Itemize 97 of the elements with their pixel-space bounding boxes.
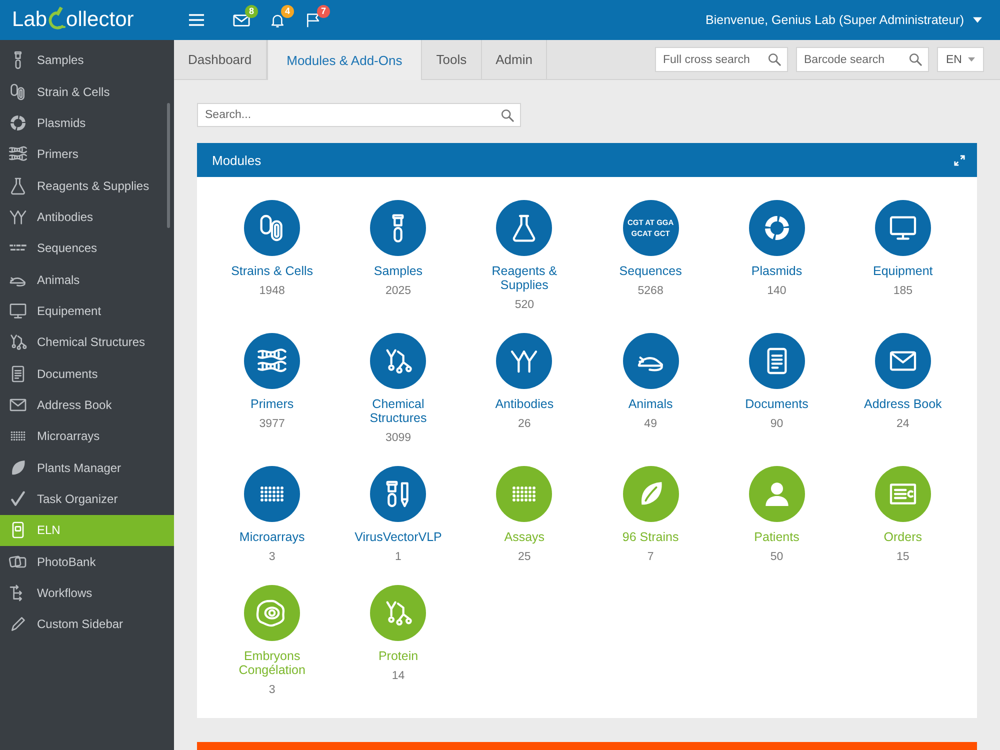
search-icon[interactable] — [501, 108, 514, 122]
module-count: 90 — [770, 417, 784, 431]
scrollbar-thumb[interactable] — [167, 103, 170, 228]
cross-search-field[interactable]: Full cross search — [655, 47, 788, 72]
sidebar-item[interactable]: Microarrays — [0, 420, 174, 452]
module-count: 50 — [770, 550, 784, 564]
module-count: 185 — [893, 284, 912, 298]
logo-text: Lab — [12, 8, 48, 32]
molecule-icon[interactable] — [8, 332, 28, 352]
sidebar-item[interactable]: Plasmids — [0, 107, 174, 139]
module-link[interactable]: Documents — [745, 397, 808, 411]
barcode-search-field[interactable]: Barcode search — [796, 47, 929, 72]
sidebar-item[interactable]: Task Organizer — [0, 483, 174, 515]
notification-badge: 7 — [317, 4, 330, 18]
document-icon[interactable] — [748, 333, 805, 389]
module-link[interactable]: Chemical Structures — [350, 397, 446, 425]
microscope-icon — [47, 4, 66, 30]
module-count: 3977 — [259, 417, 285, 431]
tab[interactable]: Admin — [482, 40, 548, 79]
search-icon[interactable] — [768, 53, 781, 66]
module-count: 15 — [896, 550, 910, 564]
sidebar-item[interactable]: Antibodies — [0, 201, 174, 233]
module-count: 5268 — [638, 284, 664, 298]
module-link[interactable]: Primers — [250, 397, 294, 411]
module-count: 25 — [518, 550, 531, 564]
module-link[interactable]: Address Book — [864, 397, 942, 411]
sidebar-item[interactable]: Animals — [0, 264, 174, 296]
module-link[interactable]: Samples — [374, 264, 423, 278]
ring-icon[interactable] — [8, 112, 28, 133]
sidebar-item[interactable]: Reagents & Supplies — [0, 170, 174, 202]
dna-strands-icon[interactable] — [244, 333, 300, 389]
tab[interactable]: Modules & Add-Ons — [266, 40, 422, 80]
module-link[interactable]: Animals — [628, 397, 673, 411]
module-count: 140 — [767, 284, 786, 298]
sidebar-item[interactable]: Address Book — [0, 389, 174, 421]
checkmark-icon[interactable] — [8, 488, 28, 509]
dot-grid-icon[interactable] — [244, 466, 300, 522]
monitor-icon[interactable] — [874, 200, 931, 256]
flag-icon[interactable] — [305, 12, 322, 28]
module-link[interactable]: Antibodies — [495, 397, 554, 411]
module-link[interactable]: Microarrays — [239, 530, 305, 544]
test-tube-icon[interactable] — [370, 200, 426, 256]
module-count: 26 — [518, 417, 531, 431]
user-menu[interactable]: Bienvenue, Genius Lab (Super Administrateur) — [706, 13, 982, 27]
sidebar-item[interactable]: Documents — [0, 358, 174, 390]
caret-icon[interactable] — [973, 17, 982, 23]
module-count: 520 — [514, 298, 534, 312]
monitor-icon[interactable] — [8, 300, 28, 321]
module-count: 7 — [647, 550, 654, 564]
language-select[interactable]: EN — [937, 47, 984, 72]
sidebar-item[interactable]: Custom Sidebar — [0, 608, 174, 640]
search-icon[interactable] — [909, 53, 922, 66]
module-count: 1948 — [259, 284, 285, 298]
sidebar-item[interactable]: Equipement — [0, 295, 174, 327]
sidebar-item[interactable]: Samples — [0, 44, 174, 76]
module-link[interactable]: Sequences — [619, 264, 682, 278]
tube-and-pencil-icon[interactable] — [370, 466, 426, 522]
flask-icon[interactable] — [8, 176, 28, 196]
mouse-icon[interactable] — [622, 333, 679, 389]
capsules-icon[interactable] — [244, 200, 300, 256]
tab[interactable]: Tools — [422, 40, 482, 79]
module-count: 3 — [268, 550, 276, 564]
mail-icon[interactable] — [233, 12, 250, 28]
module-count: 24 — [896, 417, 910, 431]
bell-icon[interactable] — [269, 12, 286, 28]
module-count: 49 — [644, 417, 657, 431]
panel-title: Modules — [212, 152, 262, 168]
logo-text: ollector — [66, 8, 134, 32]
sidebar-item[interactable]: PhotoBank — [0, 546, 174, 578]
notification-badge: 8 — [245, 4, 258, 18]
module-link[interactable]: Strains & Cells — [231, 264, 314, 278]
sidebar-item[interactable]: Workflows — [0, 577, 174, 609]
module-link[interactable]: Reagents & Supplies — [476, 264, 572, 292]
module-count: 3099 — [385, 431, 412, 445]
module-count: 1 — [395, 550, 402, 564]
menu-icon[interactable] — [189, 14, 204, 26]
envelope-icon[interactable] — [874, 333, 931, 389]
sidebar-item[interactable]: Primers — [0, 138, 174, 170]
module-count: 3 — [268, 683, 276, 697]
sidebar-item[interactable]: Chemical Structures — [0, 326, 174, 358]
expand-icon[interactable] — [954, 154, 965, 166]
module-link[interactable]: VirusVectorVLP — [354, 530, 442, 544]
module-count: 14 — [392, 669, 405, 683]
sidebar-item[interactable]: Plants Manager — [0, 452, 174, 484]
search-field[interactable]: Search... — [197, 103, 521, 127]
sidebar-item[interactable]: Strain & Cells — [0, 76, 174, 108]
module-link[interactable]: Equipment — [873, 264, 933, 278]
flask-icon[interactable] — [496, 200, 552, 256]
sidebar-item[interactable]: Sequences — [0, 232, 174, 264]
molecule-icon[interactable] — [370, 333, 426, 389]
module-count: 2025 — [385, 284, 412, 298]
module-link[interactable]: Plasmids — [751, 264, 802, 278]
ring-icon[interactable] — [748, 200, 805, 256]
dot-grid-icon[interactable] — [496, 466, 552, 522]
antibody-icon[interactable] — [496, 333, 552, 389]
notification-badge: 4 — [281, 4, 294, 18]
caret-icon[interactable] — [968, 57, 975, 62]
